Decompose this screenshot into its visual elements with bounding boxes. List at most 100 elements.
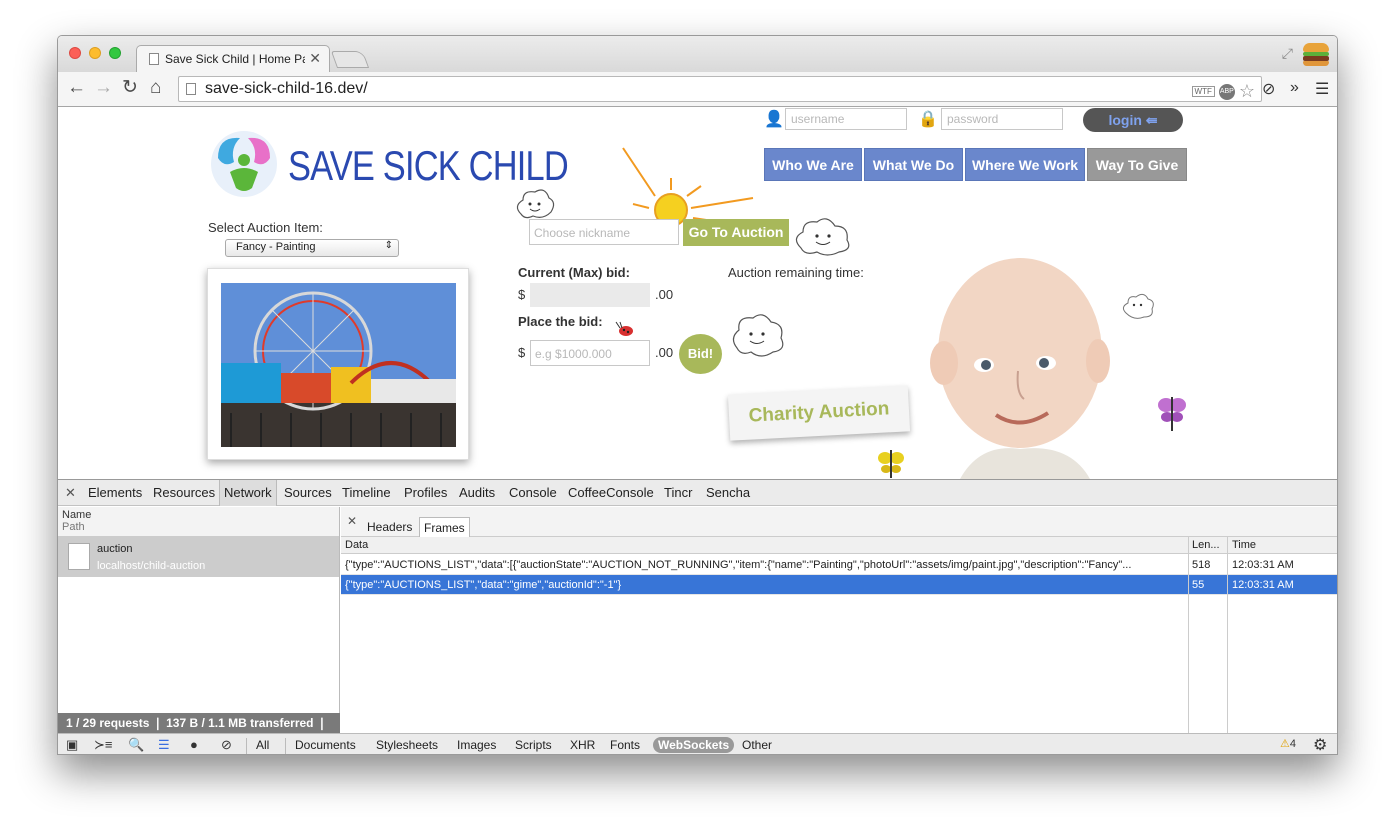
remaining-time-label: Auction remaining time: xyxy=(728,265,864,280)
auction-item-photo-frame xyxy=(207,268,469,460)
login-label: login xyxy=(1108,112,1142,128)
ferris-wheel-photo xyxy=(221,283,456,447)
clear-icon[interactable]: ⊘ xyxy=(221,737,232,753)
burger-icon xyxy=(1301,41,1331,67)
bid-amount-input[interactable]: e.g $1000.000 xyxy=(530,340,650,366)
column-divider[interactable] xyxy=(1227,537,1228,733)
cloud-icon xyxy=(1122,293,1154,319)
auction-item-select[interactable]: Fancy - Painting ⇕ xyxy=(225,239,399,257)
filter-images[interactable]: Images xyxy=(452,737,501,753)
tab-sencha[interactable]: Sencha xyxy=(702,480,754,506)
tab-headers[interactable]: Headers xyxy=(363,517,416,537)
chrome-menu-icon[interactable]: ☰ xyxy=(1315,79,1329,99)
wtf-extension-icon[interactable]: WTF xyxy=(1191,86,1215,97)
frame-data: {"type":"AUCTIONS_LIST","data":[{"auctio… xyxy=(345,559,1132,571)
fullscreen-icon[interactable]: ⤢ xyxy=(1282,45,1293,62)
nav-where-we-work[interactable]: Where We Work xyxy=(965,148,1085,181)
new-tab-button[interactable] xyxy=(330,51,370,68)
settings-gear-icon[interactable]: ⚙ xyxy=(1313,735,1327,754)
warnings-indicator[interactable]: ⚠4 xyxy=(1280,737,1296,750)
record-icon[interactable]: ● xyxy=(190,737,198,752)
cloud-icon xyxy=(516,189,555,219)
cloud-icon xyxy=(795,218,850,256)
search-icon[interactable]: 🔍 xyxy=(128,737,144,753)
list-view-icon[interactable]: ☰ xyxy=(158,737,170,753)
home-icon[interactable]: ⌂ xyxy=(150,77,161,99)
address-bar[interactable]: save-sick-child-16.dev/ WTF ABP ☆ xyxy=(178,76,1262,102)
title-bar: Save Sick Child | Home Pag ✕ ⤢ xyxy=(58,36,1337,72)
tab-elements[interactable]: Elements xyxy=(84,480,146,506)
adblock-icon[interactable]: ABP xyxy=(1218,83,1235,100)
bid-button[interactable]: Bid! xyxy=(679,334,722,374)
close-window-button[interactable] xyxy=(69,47,81,59)
brand-title: SAVE SICK CHILD xyxy=(288,142,569,189)
dock-icon[interactable]: ▣ xyxy=(66,737,78,753)
username-field[interactable]: username xyxy=(785,108,907,130)
reload-icon[interactable]: ↻ xyxy=(122,77,138,99)
filter-fonts[interactable]: Fonts xyxy=(605,737,645,753)
length-column-header[interactable]: Len... xyxy=(1192,539,1220,551)
devtools-close-icon[interactable]: ✕ xyxy=(65,485,76,501)
tab-network[interactable]: Network xyxy=(219,480,277,506)
tab-console[interactable]: Console xyxy=(505,480,561,506)
login-button[interactable]: login ⇚ xyxy=(1083,108,1183,132)
browser-window: Save Sick Child | Home Pag ✕ ⤢ ← → ↻ ⌂ s… xyxy=(57,35,1338,755)
tab-audits[interactable]: Audits xyxy=(455,480,499,506)
nav-way-to-give[interactable]: Way To Give xyxy=(1087,148,1187,181)
tab-resources[interactable]: Resources xyxy=(149,480,219,506)
minimize-window-button[interactable] xyxy=(89,47,101,59)
place-bid-label: Place the bid: xyxy=(518,314,603,329)
maximize-window-button[interactable] xyxy=(109,47,121,59)
browser-tab[interactable]: Save Sick Child | Home Pag ✕ xyxy=(136,45,330,72)
data-column-header[interactable]: Data xyxy=(345,539,368,551)
filter-all[interactable]: All xyxy=(251,737,274,753)
warning-icon: ⚠ xyxy=(1280,738,1290,750)
detail-close-icon[interactable]: ✕ xyxy=(347,514,357,528)
tab-sources[interactable]: Sources xyxy=(280,480,336,506)
request-row[interactable]: auction localhost/child-auction xyxy=(58,537,339,577)
frame-time: 12:03:31 AM xyxy=(1232,559,1294,571)
column-divider[interactable] xyxy=(1188,537,1189,733)
filter-xhr[interactable]: XHR xyxy=(565,737,600,753)
user-icon: 👤 xyxy=(764,111,784,128)
logo-icon xyxy=(211,131,277,197)
filter-documents[interactable]: Documents xyxy=(290,737,361,753)
more-extensions-icon[interactable]: » xyxy=(1290,79,1299,97)
devtools-status-bar: ▣ ≻≡ 🔍 ☰ ● ⊘ All Documents Stylesheets I… xyxy=(58,733,1337,754)
tab-timeline[interactable]: Timeline xyxy=(338,480,395,506)
cents-label: .00 xyxy=(655,287,674,302)
frame-length: 55 xyxy=(1192,579,1205,591)
nickname-input[interactable]: Choose nickname xyxy=(529,219,679,245)
bookmark-star-icon[interactable]: ☆ xyxy=(1239,81,1255,102)
tab-profiles[interactable]: Profiles xyxy=(400,480,451,506)
sync-extension-icon[interactable]: ⊘ xyxy=(1262,79,1275,99)
requests-header[interactable]: Name Path xyxy=(58,507,339,537)
time-column-header[interactable]: Time xyxy=(1232,539,1256,551)
page-icon xyxy=(186,83,196,95)
go-to-auction-button[interactable]: Go To Auction xyxy=(683,219,789,246)
current-bid-value xyxy=(530,283,650,307)
drawer-icon[interactable]: ≻≡ xyxy=(94,737,112,753)
devtools-tab-bar: ✕ Elements Resources Network Sources Tim… xyxy=(58,480,1337,506)
password-field[interactable]: password xyxy=(941,108,1063,130)
nav-what-we-do[interactable]: What We Do xyxy=(864,148,963,181)
filter-scripts[interactable]: Scripts xyxy=(510,737,557,753)
separator xyxy=(285,738,286,754)
request-name: auction xyxy=(97,543,133,555)
nav-who-we-are[interactable]: Who We Are xyxy=(764,148,862,181)
network-summary: 1 / 29 requests ❘ 137 B / 1.1 MB transfe… xyxy=(58,713,340,733)
file-icon xyxy=(68,543,90,570)
tab-close-icon[interactable]: ✕ xyxy=(309,50,321,67)
filter-stylesheets[interactable]: Stylesheets xyxy=(371,737,443,753)
request-path: localhost/child-auction xyxy=(97,560,206,572)
filter-websockets[interactable]: WebSockets xyxy=(653,737,735,753)
tab-coffeeconsole[interactable]: CoffeeConsole xyxy=(564,480,658,506)
tab-tincr[interactable]: Tincr xyxy=(660,480,696,506)
forward-icon[interactable]: → xyxy=(94,77,113,99)
butterfly-icon xyxy=(878,450,904,478)
filter-other[interactable]: Other xyxy=(737,737,777,753)
lock-icon: 🔒 xyxy=(918,111,938,128)
page-icon xyxy=(149,53,159,65)
back-icon[interactable]: ← xyxy=(67,77,86,99)
tab-frames[interactable]: Frames xyxy=(419,517,470,537)
